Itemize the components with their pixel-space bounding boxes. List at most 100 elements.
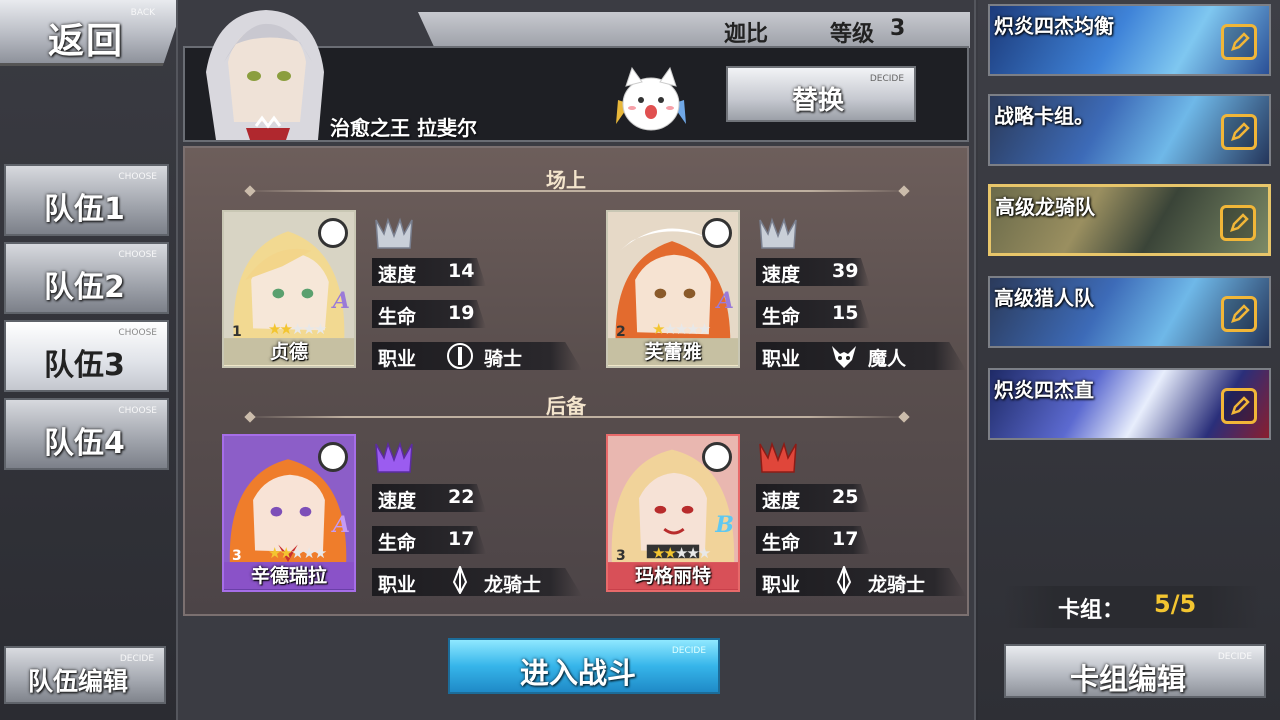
- decide-tag: DECIDE: [671, 646, 706, 656]
- game-screen: 返回 BACK CHOOSE 队伍1 CHOOSE 队伍2 CHOOSE 队伍3…: [0, 0, 1280, 720]
- enter-battle-button[interactable]: DECIDE 进入战斗: [448, 638, 720, 694]
- deck-item[interactable]: 高级猎人队: [988, 276, 1271, 348]
- leader-portrait[interactable]: [196, 2, 336, 140]
- job-label: 职业: [762, 348, 801, 370]
- dragoon-icon: [702, 442, 732, 472]
- team-4-button[interactable]: CHOOSE 队伍4: [4, 398, 169, 470]
- crown-rank-icon: [375, 217, 413, 249]
- unit-card-margaret[interactable]: B 3 ★★★★★ 玛格丽特: [606, 434, 740, 592]
- edit-deck-button[interactable]: [1221, 114, 1257, 150]
- unit-card-freya[interactable]: A 2 ★★★★★ 芙蕾雅: [606, 210, 740, 368]
- hp-value: 17: [832, 528, 859, 550]
- unit-card-jeanne[interactable]: A 1 ★★★★★ 贞德: [222, 210, 356, 368]
- pencil-icon: [1231, 396, 1250, 415]
- job-label: 职业: [378, 574, 417, 596]
- speed-label: 速度: [378, 264, 417, 286]
- deck-count-value: 5/5: [1154, 590, 1197, 618]
- crown-rank-icon: [759, 217, 797, 249]
- star-rating: ★★★★★: [652, 320, 711, 338]
- deck-label: 炽炎四杰均衡: [994, 14, 1114, 38]
- team-label: 队伍3: [44, 348, 125, 383]
- deck-item[interactable]: 炽炎四杰直: [988, 368, 1271, 440]
- knight-icon: [318, 218, 348, 248]
- team-label: 队伍1: [44, 192, 125, 227]
- choose-tag: CHOOSE: [118, 172, 157, 182]
- dragoon-icon: [452, 566, 468, 594]
- deck-count-label: 卡组：: [1058, 598, 1125, 623]
- job-value: 骑士: [484, 348, 523, 370]
- job-label: 职业: [762, 574, 801, 596]
- hp-label: 生命: [762, 306, 801, 328]
- crown-rank-icon: [759, 441, 797, 473]
- demon-icon: [832, 346, 856, 368]
- unit-name: 辛德瑞拉: [250, 565, 327, 587]
- pencil-icon: [1231, 304, 1250, 323]
- player-name: 迦比: [724, 22, 769, 47]
- crown-rank-icon: [375, 441, 413, 473]
- team-1-button[interactable]: CHOOSE 队伍1: [4, 164, 169, 236]
- job-value: 龙骑士: [868, 574, 926, 596]
- demon-icon: [702, 218, 732, 248]
- deck-edit-button[interactable]: DECIDE 卡组编辑: [1004, 644, 1266, 698]
- speed-label: 速度: [762, 490, 801, 512]
- star-rating: ★★★★★: [652, 544, 711, 562]
- decide-tag: DECIDE: [1217, 652, 1252, 662]
- back-button[interactable]: 返回 BACK: [0, 0, 185, 66]
- unit-name: 芙蕾雅: [644, 341, 702, 363]
- team-label: 队伍4: [44, 426, 125, 461]
- hp-value: 17: [448, 528, 475, 550]
- decide-tag: DECIDE: [869, 74, 904, 84]
- grade-badge: A: [332, 512, 350, 538]
- hp-label: 生命: [378, 532, 417, 554]
- job-label: 职业: [378, 348, 417, 370]
- level-value: 3: [890, 16, 906, 41]
- team-edit-label: 队伍编辑: [28, 667, 129, 696]
- choose-tag: CHOOSE: [118, 406, 157, 416]
- deck-item-selected[interactable]: 高级龙骑队: [988, 184, 1271, 256]
- knight-icon: [447, 343, 473, 369]
- edit-deck-button[interactable]: [1221, 24, 1257, 60]
- job-value: 魔人: [868, 348, 907, 370]
- unit-name: 贞德: [269, 341, 308, 363]
- speed-label: 速度: [378, 490, 417, 512]
- deck-label: 战略卡组。: [994, 104, 1094, 128]
- hp-label: 生命: [378, 306, 417, 328]
- deck-count-bar: [1004, 586, 1260, 628]
- pencil-icon: [1231, 122, 1250, 141]
- choose-tag: CHOOSE: [118, 250, 157, 260]
- deck-item[interactable]: 战略卡组。: [988, 94, 1271, 166]
- reserve-section-title: 后备: [546, 394, 586, 418]
- replace-button[interactable]: DECIDE 替换: [726, 66, 916, 122]
- deck-item[interactable]: 炽炎四杰均衡: [988, 4, 1271, 76]
- unit-card-cinderella[interactable]: A 3 ★★★★★ 辛德瑞拉: [222, 434, 356, 592]
- edit-deck-button[interactable]: [1221, 296, 1257, 332]
- star-rating: ★★★★★: [268, 544, 327, 562]
- deck-edit-label: 卡组编辑: [1070, 662, 1187, 696]
- hp-label: 生命: [762, 532, 801, 554]
- hp-value: 15: [832, 302, 859, 324]
- cat-mascot-icon: [616, 66, 686, 131]
- deck-label: 高级猎人队: [994, 286, 1094, 310]
- grade-badge: B: [715, 512, 734, 538]
- choose-tag: CHOOSE: [118, 328, 157, 338]
- unit-name: 玛格丽特: [634, 565, 711, 587]
- edit-deck-button[interactable]: [1221, 388, 1257, 424]
- back-label: 返回: [48, 21, 125, 62]
- field-section-title: 场上: [546, 168, 586, 192]
- team-2-button[interactable]: CHOOSE 队伍2: [4, 242, 169, 314]
- team-edit-button[interactable]: DECIDE 队伍编辑: [4, 646, 166, 704]
- job-value: 龙骑士: [484, 574, 542, 596]
- star-rating: ★★★★★: [268, 320, 327, 338]
- deck-label: 高级龙骑队: [995, 195, 1095, 219]
- pencil-icon: [1230, 213, 1249, 232]
- hp-value: 19: [448, 302, 475, 324]
- team-3-button[interactable]: CHOOSE 队伍3: [4, 320, 169, 392]
- speed-value: 22: [448, 486, 475, 508]
- speed-value: 25: [832, 486, 859, 508]
- pencil-icon: [1231, 32, 1250, 51]
- speed-value: 14: [448, 260, 475, 282]
- enter-battle-label: 进入战斗: [520, 656, 637, 690]
- team-label: 队伍2: [44, 270, 125, 305]
- edit-deck-button[interactable]: [1220, 205, 1256, 241]
- level-label: 等级: [830, 22, 875, 47]
